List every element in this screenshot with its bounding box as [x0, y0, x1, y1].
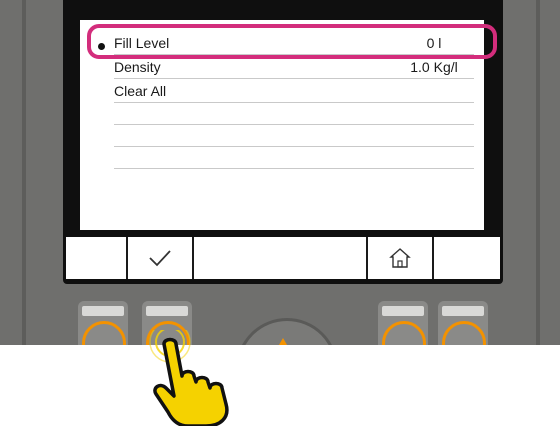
selection-highlight: [87, 24, 497, 59]
menu-item-value: 1.0 Kg/l: [410, 59, 458, 75]
button-cap: [382, 306, 424, 316]
menu-divider-empty: [114, 168, 474, 169]
menu-item-density[interactable]: Density 1.0 Kg/l: [114, 56, 474, 78]
softkey-1[interactable]: [66, 237, 128, 279]
button-cap: [82, 306, 124, 316]
button-ring: [442, 321, 486, 345]
softkey-home[interactable]: [368, 237, 434, 279]
softkey-confirm[interactable]: [128, 237, 194, 279]
menu-item-clear-all[interactable]: Clear All: [114, 80, 474, 102]
button-cap: [146, 306, 188, 316]
arrow-up-icon: [276, 338, 290, 345]
menu-divider: [114, 102, 474, 103]
hardware-button-1[interactable]: [78, 301, 128, 345]
housing-seam-left: [22, 0, 26, 345]
pointing-hand-icon: [149, 330, 229, 426]
button-ring: [382, 321, 426, 345]
softkey-bar: [66, 237, 500, 279]
hardware-button-4[interactable]: [438, 301, 488, 345]
menu-item-label: Clear All: [114, 83, 167, 99]
softkey-5[interactable]: [434, 237, 500, 279]
hardware-button-3[interactable]: [378, 301, 428, 345]
button-ring: [82, 321, 126, 345]
checkmark-icon: [149, 250, 171, 267]
housing-seam-right: [536, 0, 540, 345]
home-icon: [389, 248, 411, 268]
button-cap: [442, 306, 484, 316]
menu-divider: [114, 78, 474, 79]
menu-divider-empty: [114, 124, 474, 125]
menu-item-label: Density: [114, 59, 161, 75]
softkey-3[interactable]: [194, 237, 368, 279]
menu-divider-empty: [114, 146, 474, 147]
